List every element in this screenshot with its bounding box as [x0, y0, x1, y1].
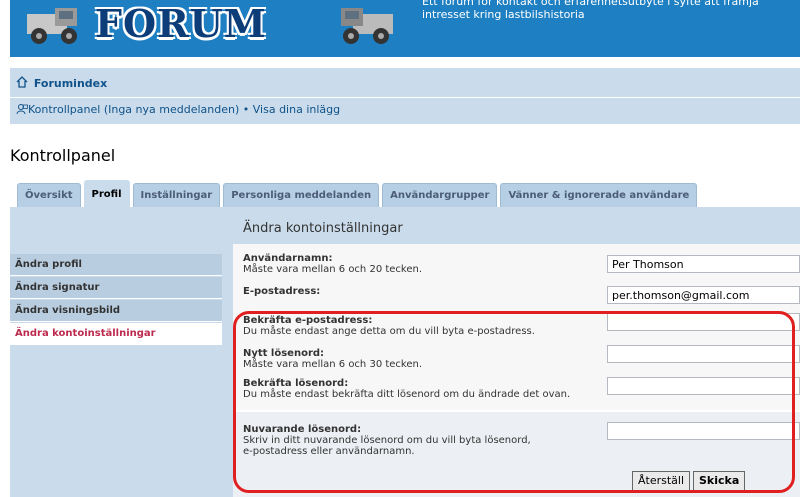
link-separator: • [242, 103, 250, 116]
tab-friends-foes[interactable]: Vänner & ignorerade användare [500, 183, 698, 208]
tab-usergroups[interactable]: Användargrupper [382, 183, 498, 208]
tab-settings[interactable]: Inställningar [132, 183, 221, 208]
home-icon [16, 76, 28, 88]
confirm-email-input[interactable] [607, 313, 800, 331]
tab-profile[interactable]: Profil [83, 180, 130, 208]
tab-private-messages[interactable]: Personliga meddelanden [223, 183, 380, 208]
email-label: E-postadress: [243, 286, 321, 297]
forum-index-link[interactable]: Forumindex [34, 77, 107, 90]
confirm-password-desc: Du måste endast bekräfta ditt lösenord o… [243, 389, 571, 400]
confirm-password-label: Bekräfta lösenord: [243, 378, 349, 389]
view-posts-link[interactable]: Visa dina inlägg [253, 103, 340, 116]
tab-bar: Översikt Profil Inställningar Personliga… [17, 180, 698, 208]
submit-button[interactable]: Skicka [693, 471, 746, 491]
navbar-divider [10, 97, 800, 98]
username-input[interactable]: Per Thomson [607, 255, 800, 273]
truck-logo-icon [341, 8, 393, 44]
new-password-input[interactable] [607, 345, 800, 363]
menu-item-edit-account-settings[interactable]: Ändra kontoinställningar [10, 323, 222, 345]
control-panel-link[interactable]: Kontrollpanel (Inga nya meddelanden) [28, 103, 239, 116]
page-title: Kontrollpanel [10, 146, 116, 165]
new-password-desc: Måste vara mellan 6 och 30 tecken. [243, 359, 423, 370]
username-label: Användarnamn: [243, 253, 333, 264]
new-password-label: Nytt lösenord: [243, 348, 325, 359]
user-icon [16, 104, 28, 115]
truck-logo-icon [27, 8, 77, 44]
menu-item-edit-avatar[interactable]: Ändra visningsbild [10, 300, 222, 322]
site-header: FORUM Ett forum för kontakt och erfarenh… [10, 0, 800, 57]
current-password-desc-line1: Skriv in ditt nuvarande lösenord om du v… [243, 435, 531, 446]
menu-item-edit-profile[interactable]: Ändra profil [10, 254, 222, 276]
email-input[interactable]: per.thomson@gmail.com [607, 286, 800, 304]
current-password-label: Nuvarande lösenord: [243, 424, 362, 435]
user-links: Kontrollpanel (Inga nya meddelanden) • V… [16, 103, 340, 116]
form-divider [233, 410, 800, 412]
confirm-email-desc: Du måste endast ange detta om du vill by… [243, 326, 535, 337]
menu-item-edit-signature[interactable]: Ändra signatur [10, 277, 222, 299]
navbar: Forumindex Kontrollpanel (Inga nya medde… [10, 68, 800, 124]
current-password-input[interactable] [607, 422, 800, 440]
tab-overview[interactable]: Översikt [17, 183, 81, 208]
breadcrumb: Forumindex [16, 76, 107, 90]
form-title: Ändra kontoinställningar [243, 221, 403, 236]
username-desc: Måste vara mellan 6 och 20 tecken. [243, 264, 423, 275]
current-password-desc-line2: e-postadress eller användarnamn. [243, 446, 415, 457]
profile-menu: Ändra profil Ändra signatur Ändra visnin… [10, 254, 222, 346]
confirm-email-label: Bekräfta e-postadress: [243, 315, 373, 326]
forum-logo-text[interactable]: FORUM [95, 0, 267, 48]
confirm-password-input[interactable] [607, 377, 800, 395]
reset-button[interactable]: Återställ [632, 471, 691, 491]
site-tagline: Ett forum för kontakt och erfarenhetsutb… [422, 0, 759, 21]
